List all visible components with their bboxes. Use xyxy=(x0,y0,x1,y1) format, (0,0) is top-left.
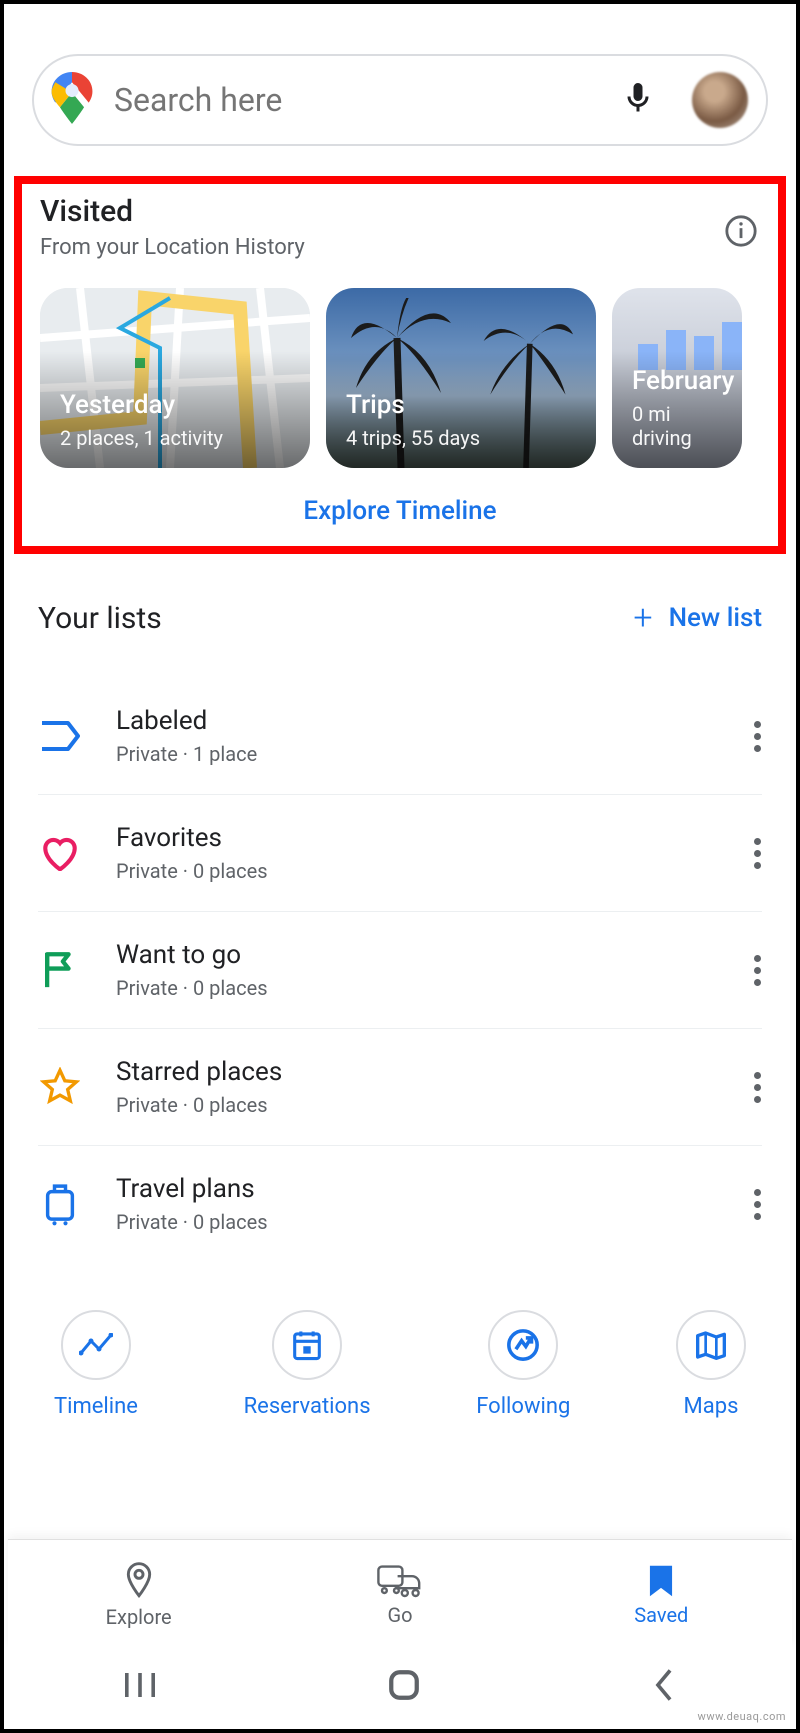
list-name: Starred places xyxy=(116,1057,720,1087)
pin-icon xyxy=(122,1561,156,1601)
tab-saved[interactable]: Saved xyxy=(531,1540,792,1649)
tab-go[interactable]: Go xyxy=(269,1540,530,1649)
more-icon[interactable] xyxy=(754,838,762,869)
list-name: Favorites xyxy=(116,823,720,853)
category-label: Timeline xyxy=(54,1394,138,1419)
visited-section: Visited From your Location History xyxy=(14,176,786,554)
list-item-want-to-go[interactable]: Want to go Private · 0 places xyxy=(38,912,762,1029)
visited-card-trips[interactable]: Trips 4 trips, 55 days xyxy=(326,288,596,468)
plus-icon: + xyxy=(633,598,652,638)
list-item-labeled[interactable]: Labeled Private · 1 place xyxy=(38,678,762,795)
home-icon[interactable] xyxy=(387,1668,421,1706)
calendar-icon xyxy=(292,1329,322,1361)
category-following[interactable]: Following xyxy=(476,1310,570,1419)
list-item-favorites[interactable]: Favorites Private · 0 places xyxy=(38,795,762,912)
visited-subtitle: From your Location History xyxy=(40,235,724,260)
heart-icon xyxy=(38,835,82,871)
card-title: Trips xyxy=(346,390,576,420)
watermark: www.deuaq.com xyxy=(698,1710,786,1723)
card-subtitle: 0 mi driving xyxy=(632,402,722,450)
suitcase-icon xyxy=(38,1182,82,1226)
list-name: Travel plans xyxy=(116,1174,720,1204)
transit-icon xyxy=(376,1563,424,1599)
mic-icon[interactable] xyxy=(620,80,656,120)
list-meta: Private · 0 places xyxy=(116,1210,720,1234)
back-icon[interactable] xyxy=(650,1668,678,1706)
list-name: Labeled xyxy=(116,706,720,736)
category-label: Reservations xyxy=(244,1394,371,1419)
more-icon[interactable] xyxy=(754,1072,762,1103)
more-icon[interactable] xyxy=(754,1189,762,1220)
google-maps-logo-icon xyxy=(48,72,96,128)
category-maps[interactable]: Maps xyxy=(676,1310,746,1419)
card-title: February xyxy=(632,366,722,396)
recents-icon[interactable] xyxy=(122,1670,158,1704)
search-input[interactable]: Search here xyxy=(114,81,602,119)
list-item-starred[interactable]: Starred places Private · 0 places xyxy=(38,1029,762,1146)
visited-title: Visited xyxy=(40,194,724,229)
android-nav-bar xyxy=(8,1649,792,1725)
search-bar[interactable]: Search here xyxy=(32,54,768,146)
tab-label: Saved xyxy=(634,1603,688,1627)
list-meta: Private · 0 places xyxy=(116,1093,720,1117)
tab-label: Explore xyxy=(106,1605,172,1629)
visited-card-february[interactable]: February 0 mi driving xyxy=(612,288,742,468)
list-meta: Private · 0 places xyxy=(116,976,720,1000)
tab-label: Go xyxy=(387,1603,412,1627)
info-icon[interactable] xyxy=(724,194,758,252)
your-lists-title: Your lists xyxy=(38,601,633,636)
card-title: Yesterday xyxy=(60,390,290,420)
flag-icon xyxy=(38,950,82,990)
list-item-travel-plans[interactable]: Travel plans Private · 0 places xyxy=(38,1146,762,1262)
list-name: Want to go xyxy=(116,940,720,970)
label-icon xyxy=(38,719,82,753)
tab-explore[interactable]: Explore xyxy=(8,1540,269,1649)
card-subtitle: 2 places, 1 activity xyxy=(60,426,290,450)
card-subtitle: 4 trips, 55 days xyxy=(346,426,576,450)
more-icon[interactable] xyxy=(754,955,762,986)
explore-timeline-link[interactable]: Explore Timeline xyxy=(40,496,778,526)
category-label: Maps xyxy=(684,1394,739,1419)
category-label: Following xyxy=(476,1394,570,1419)
following-icon xyxy=(506,1328,540,1362)
list-meta: Private · 1 place xyxy=(116,742,720,766)
bookmark-icon xyxy=(646,1563,676,1599)
map-icon xyxy=(695,1330,727,1360)
list-meta: Private · 0 places xyxy=(116,859,720,883)
bottom-tab-bar: Explore Go Saved xyxy=(8,1539,792,1649)
visited-card-yesterday[interactable]: Yesterday 2 places, 1 activity xyxy=(40,288,310,468)
new-list-label: New list xyxy=(669,603,762,633)
star-icon xyxy=(38,1067,82,1107)
category-timeline[interactable]: Timeline xyxy=(54,1310,138,1419)
visited-cards-row[interactable]: Yesterday 2 places, 1 activity Trips xyxy=(40,288,778,468)
new-list-button[interactable]: + New list xyxy=(633,598,762,638)
more-icon[interactable] xyxy=(754,721,762,752)
category-reservations[interactable]: Reservations xyxy=(244,1310,371,1419)
profile-avatar[interactable] xyxy=(692,72,748,128)
timeline-icon xyxy=(79,1333,113,1357)
